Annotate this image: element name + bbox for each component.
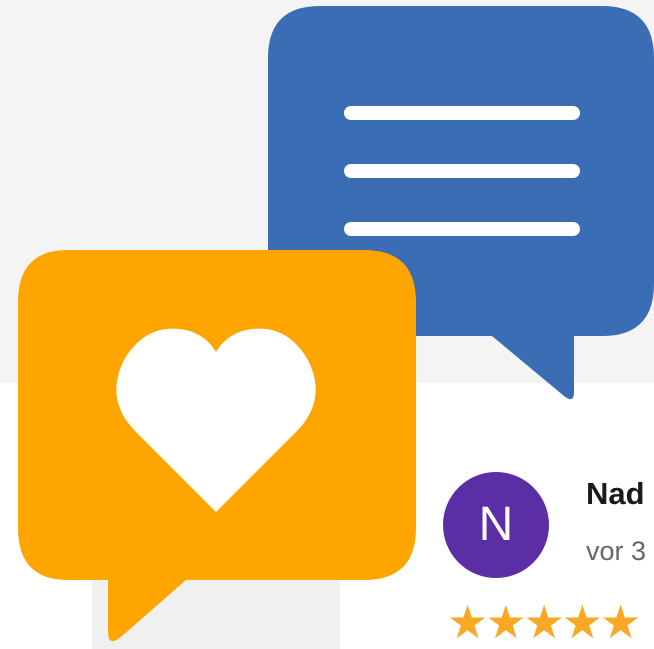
review-illustration: N Nad vor 3 ★★★★★ bbox=[0, 0, 654, 649]
heart-chat-icon bbox=[18, 250, 416, 642]
chat-bubbles-graphic bbox=[18, 6, 654, 642]
